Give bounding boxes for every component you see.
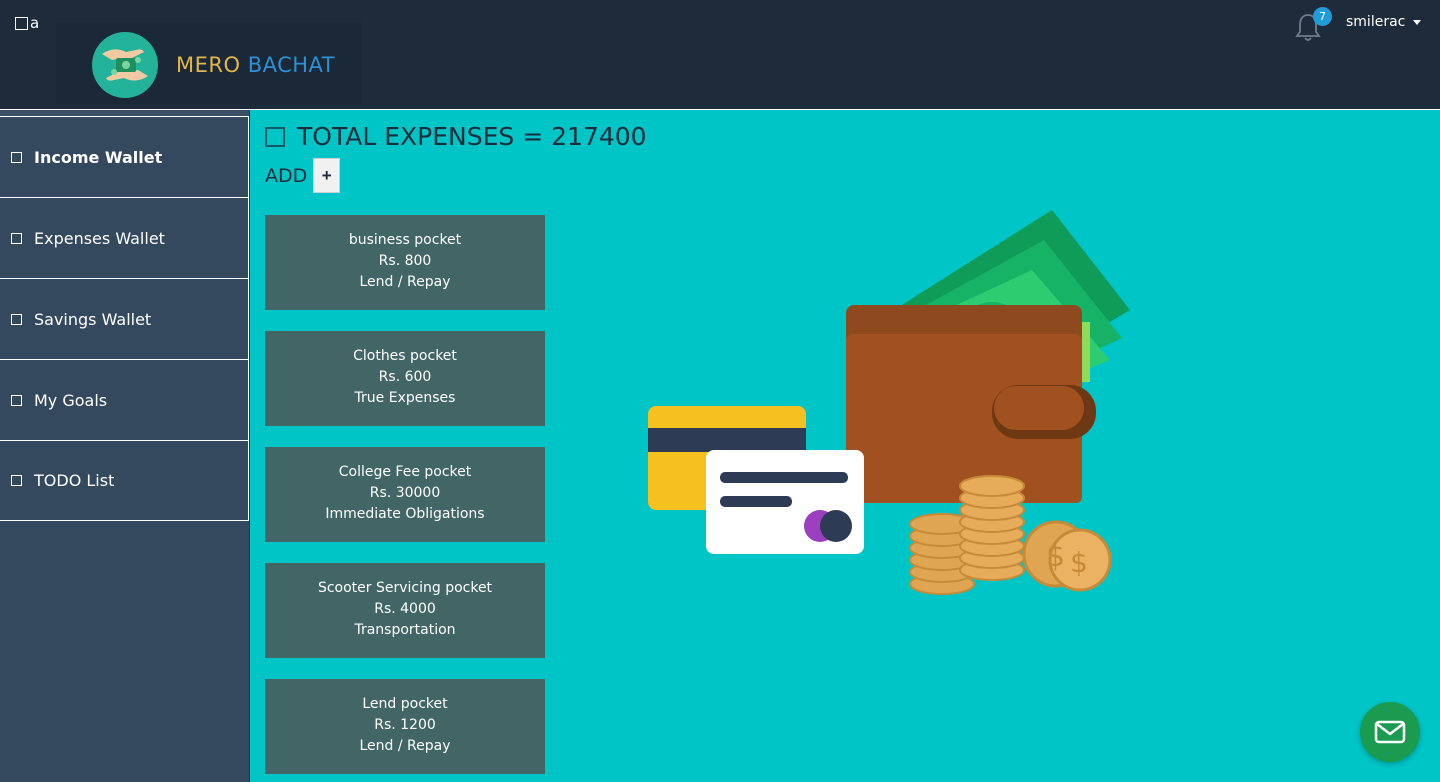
user-dropdown[interactable]: smilerac xyxy=(1346,14,1422,30)
pocket-amount: Rs. 1200 xyxy=(374,717,436,733)
pocket-card[interactable]: business pocket Rs. 800 Lend / Repay xyxy=(265,215,545,310)
pocket-category: Transportation xyxy=(354,622,456,638)
brand-name: MERO BACHAT xyxy=(176,53,335,77)
menu-toggle-button[interactable]: a xyxy=(15,14,39,32)
pocket-category: True Expenses xyxy=(354,390,456,406)
pocket-amount: Rs. 800 xyxy=(378,253,432,269)
add-label: ADD xyxy=(265,164,308,187)
sidebar-item-label: TODO List xyxy=(34,471,115,490)
sidebar: Income Wallet Expenses Wallet Savings Wa… xyxy=(0,110,250,782)
money-hands-logo-icon xyxy=(92,32,158,98)
square-icon xyxy=(265,126,285,147)
square-icon xyxy=(11,475,22,486)
sidebar-item-label: Savings Wallet xyxy=(34,309,152,329)
sidebar-item-label: Income Wallet xyxy=(34,147,163,167)
square-icon xyxy=(11,313,22,325)
square-icon xyxy=(11,151,22,163)
pocket-amount: Rs. 600 xyxy=(378,369,432,385)
main-content: TOTAL EXPENSES = 217400 ADD + business p… xyxy=(250,110,1440,782)
svg-text:$: $ xyxy=(1046,539,1065,574)
square-icon xyxy=(11,394,22,406)
chat-button[interactable] xyxy=(1360,702,1420,762)
brand-name-word1: MERO xyxy=(176,53,241,77)
mail-icon xyxy=(1374,720,1406,744)
notification-count-badge: 7 xyxy=(1313,7,1332,26)
sidebar-item-label: Expenses Wallet xyxy=(34,228,165,248)
pocket-name: Scooter Servicing pocket xyxy=(317,580,493,596)
top-navbar: a MERO BACHAT 7 smilerac xyxy=(0,0,1440,110)
total-expenses-heading: TOTAL EXPENSES = 217400 xyxy=(297,122,647,151)
brand-name-word2: BACHAT xyxy=(247,53,336,77)
pocket-card[interactable]: Scooter Servicing pocket Rs. 4000 Transp… xyxy=(265,563,545,658)
pocket-list: business pocket Rs. 800 Lend / Repay Clo… xyxy=(265,215,545,782)
pocket-name: Lend pocket xyxy=(362,696,448,712)
pocket-name: Clothes pocket xyxy=(353,348,457,364)
pocket-name: business pocket xyxy=(348,232,462,248)
add-pocket-row: ADD + xyxy=(265,158,341,193)
pocket-category: Lend / Repay xyxy=(359,738,451,754)
sidebar-item-my-goals[interactable]: My Goals xyxy=(0,359,249,440)
sidebar-item-expenses-wallet[interactable]: Expenses Wallet xyxy=(0,197,249,278)
caret-down-icon xyxy=(1413,19,1422,25)
square-icon xyxy=(11,232,22,244)
add-pocket-button[interactable]: + xyxy=(313,158,341,193)
pocket-name: College Fee pocket xyxy=(338,464,472,480)
pocket-amount: Rs. 30000 xyxy=(369,485,441,501)
sidebar-item-todo-list[interactable]: TODO List xyxy=(0,440,249,521)
svg-text:$: $ xyxy=(1070,546,1088,579)
page-title: TOTAL EXPENSES = 217400 xyxy=(265,122,647,151)
pocket-card[interactable]: Clothes pocket Rs. 600 True Expenses xyxy=(265,331,545,426)
sidebar-item-income-wallet[interactable]: Income Wallet xyxy=(0,116,249,197)
pocket-amount: Rs. 4000 xyxy=(374,601,436,617)
pocket-card[interactable]: College Fee pocket Rs. 30000 Immediate O… xyxy=(265,447,545,542)
square-icon xyxy=(15,16,28,30)
brand-logo[interactable]: MERO BACHAT xyxy=(56,22,362,104)
pocket-category: Immediate Obligations xyxy=(325,506,485,522)
sidebar-item-savings-wallet[interactable]: Savings Wallet xyxy=(0,278,249,359)
sidebar-item-label: My Goals xyxy=(34,390,108,410)
username-label: smilerac xyxy=(1346,14,1406,30)
pocket-card[interactable]: Lend pocket Rs. 1200 Lend / Repay xyxy=(265,679,545,774)
pocket-category: Lend / Repay xyxy=(359,274,451,290)
wallet-illustration: $ $ xyxy=(648,210,1130,595)
menu-toggle-glyph: a xyxy=(30,14,40,32)
